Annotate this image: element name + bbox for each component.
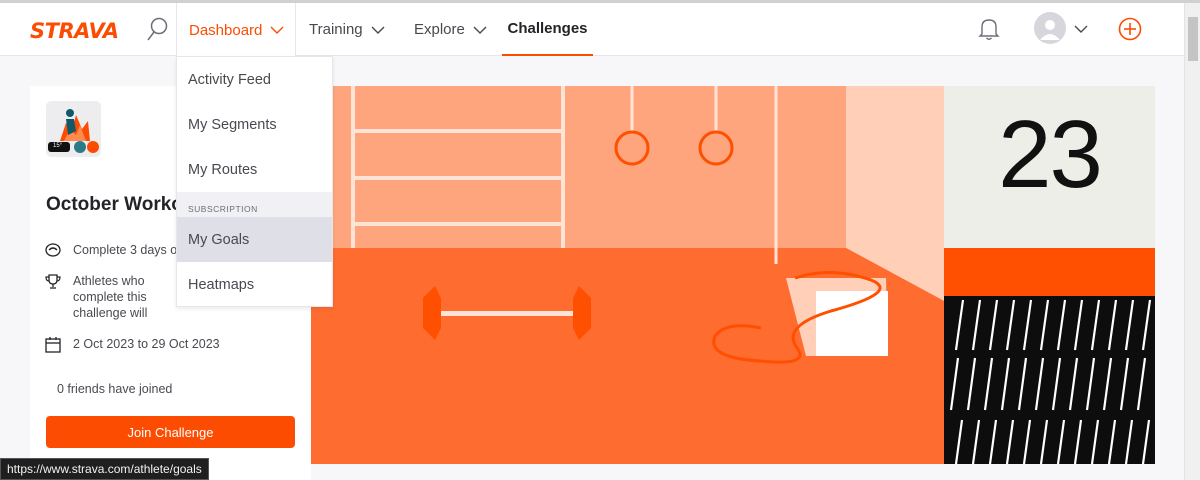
scroll-thumb[interactable] [1188, 17, 1198, 61]
nav-training[interactable]: Training [309, 3, 385, 56]
chevron-down-icon [371, 26, 385, 34]
user-silhouette-icon [1040, 20, 1060, 40]
calendar-icon [45, 337, 61, 353]
link-status-bar: https://www.strava.com/athlete/goals [0, 458, 209, 480]
goal-icon [45, 243, 61, 257]
nav-training-label: Training [309, 21, 363, 38]
page-scrollbar[interactable] [1184, 3, 1200, 480]
dates-text: 2 Oct 2023 to 29 Oct 2023 [73, 337, 220, 351]
dates-row: 2 Oct 2023 to 29 Oct 2023 [44, 336, 244, 354]
reward-text: Athletes who complete this challenge wil… [73, 274, 148, 320]
menu-item-my-routes[interactable]: My Routes [177, 147, 332, 192]
top-nav: STRAVA Dashboard Training Explore Challe… [0, 3, 1184, 57]
nav-dashboard[interactable]: Dashboard [176, 3, 296, 57]
chevron-down-icon [270, 26, 284, 34]
menu-section-subscription: SUBSCRIPTION [177, 192, 332, 217]
menu-item-heatmaps[interactable]: Heatmaps [177, 262, 332, 307]
plus-circle-icon[interactable] [1118, 17, 1142, 41]
challenge-badge: 15° [46, 101, 101, 157]
friends-joined: 0 friends have joined [57, 382, 173, 396]
menu-item-activity-feed[interactable]: Activity Feed [177, 57, 332, 102]
dashboard-dropdown-menu: Activity Feed My Segments My Routes SUBS… [176, 56, 333, 307]
goal-row: Complete 3 days of [44, 242, 194, 260]
nav-challenges-label: Challenges [507, 20, 588, 37]
day-number: 23 [998, 101, 1103, 208]
menu-item-my-segments[interactable]: My Segments [177, 102, 332, 147]
trophy-icon [45, 274, 61, 289]
chevron-down-icon [473, 26, 487, 34]
chevron-down-icon[interactable] [1074, 24, 1088, 34]
strava-logo[interactable]: STRAVA [30, 19, 119, 43]
nav-explore-label: Explore [414, 21, 465, 38]
badge-temperature: 15° [53, 143, 63, 149]
join-challenge-button[interactable]: Join Challenge [46, 416, 295, 448]
nav-dashboard-label: Dashboard [189, 21, 263, 39]
challenge-title: October Workout Challenge [46, 194, 192, 215]
avatar[interactable] [1034, 12, 1066, 44]
goal-text: Complete 3 days of [73, 243, 181, 257]
nav-challenges[interactable]: Challenges [502, 3, 593, 56]
nav-explore[interactable]: Explore [414, 3, 487, 56]
search-icon[interactable] [146, 16, 170, 42]
bell-icon[interactable] [978, 17, 1000, 41]
reward-row: Athletes who complete this challenge wil… [44, 273, 194, 321]
menu-item-my-goals[interactable]: My Goals [177, 217, 332, 262]
